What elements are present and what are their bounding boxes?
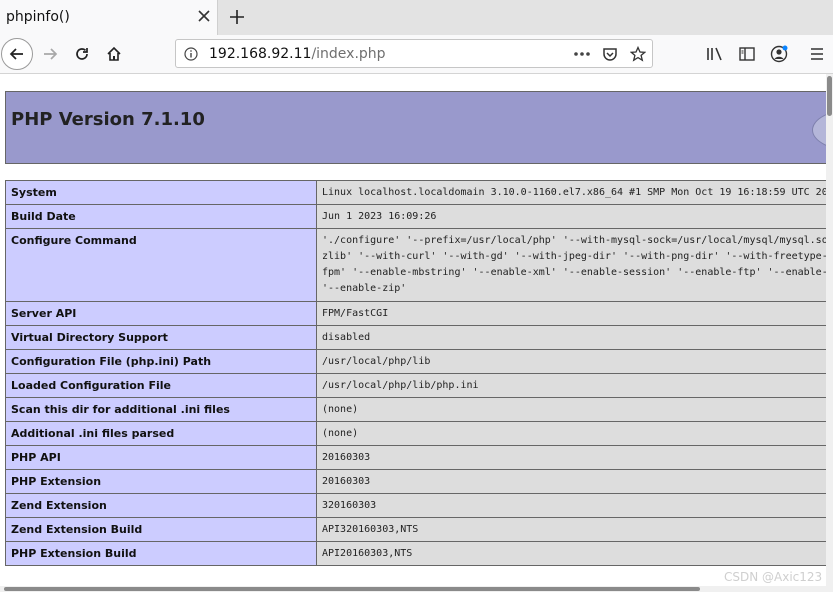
arrow-right-icon[interactable] xyxy=(38,42,62,66)
url-bar[interactable]: 192.168.92.11/index.php xyxy=(175,39,653,68)
row-value: (none) xyxy=(316,421,826,446)
pocket-icon[interactable] xyxy=(600,44,620,64)
row-label: Zend Extension xyxy=(5,493,317,518)
row-label: Configuration File (php.ini) Path xyxy=(5,349,317,374)
url-path: /index.php xyxy=(311,46,386,62)
tab-title: phpinfo() xyxy=(6,9,70,25)
row-label: Loaded Configuration File xyxy=(5,373,317,398)
table-row: Loaded Configuration File/usr/local/php/… xyxy=(5,373,826,398)
table-row: PHP API 20160303 xyxy=(5,445,826,470)
table-row: Zend Extension 320160303 xyxy=(5,493,826,518)
vertical-scroll-thumb[interactable] xyxy=(827,76,832,116)
row-label: Additional .ini files parsed xyxy=(5,421,317,446)
ellipsis-icon[interactable] xyxy=(571,45,593,63)
plus-icon[interactable] xyxy=(226,6,248,28)
tab-phpinfo[interactable]: phpinfo() xyxy=(0,0,218,35)
account-icon[interactable] xyxy=(767,42,791,66)
watermark: CSDN @Axic123 xyxy=(724,570,823,584)
horizontal-scrollbar[interactable] xyxy=(0,586,833,592)
table-row: System Linux localhost.localdomain 3.10.0… xyxy=(5,180,826,205)
row-value: 320160303 xyxy=(316,493,826,518)
row-label: Server API xyxy=(5,301,317,326)
row-value-line: zlib' '--with-curl' '--with-gd' '--with-… xyxy=(322,251,826,262)
row-label: Scan this dir for additional .ini files xyxy=(5,397,317,422)
table-row: Scan this dir for additional .ini files(… xyxy=(5,397,826,422)
row-label: PHP API xyxy=(5,445,317,470)
row-label: System xyxy=(5,180,317,205)
page-title: PHP Version 7.1.10 xyxy=(11,109,205,130)
row-label: PHP Extension Build xyxy=(5,541,317,566)
row-value: (none) xyxy=(316,397,826,422)
row-label: Zend Extension Build xyxy=(5,517,317,542)
table-row: Server API FPM/FastCGI xyxy=(5,301,826,326)
table-row: Configuration File (php.ini) Path/usr/lo… xyxy=(5,349,826,374)
table-row: PHP Extension Build API20160303,NTS xyxy=(5,541,826,566)
table-row: Additional .ini files parsed (none) xyxy=(5,421,826,446)
row-value: Linux localhost.localdomain 3.10.0-1160.… xyxy=(316,180,826,205)
home-icon[interactable] xyxy=(102,42,126,66)
star-icon[interactable] xyxy=(628,44,648,64)
row-value-multiline: './configure' '--prefix=/usr/local/php' … xyxy=(316,228,826,302)
row-value: API20160303,NTS xyxy=(316,541,826,566)
row-label: PHP Extension xyxy=(5,469,317,494)
url-text: 192.168.92.11/index.php xyxy=(209,46,386,62)
sidebar-icon[interactable] xyxy=(735,43,759,65)
url-host: 192.168.92.11 xyxy=(209,46,312,62)
row-value-line: '--enable-zip' xyxy=(322,283,407,294)
close-icon[interactable] xyxy=(194,6,214,26)
row-value-line: './configure' '--prefix=/usr/local/php' … xyxy=(322,235,826,246)
row-value: Jun 1 2023 16:09:26 xyxy=(316,204,826,229)
row-value: FPM/FastCGI xyxy=(316,301,826,326)
row-value: /usr/local/php/lib/php.ini xyxy=(316,373,826,398)
row-value: 20160303 xyxy=(316,445,826,470)
navigation-toolbar: 192.168.92.11/index.php xyxy=(0,35,833,74)
table-row: PHP Extension 20160303 xyxy=(5,469,826,494)
row-label: Virtual Directory Support xyxy=(5,325,317,350)
row-value: 20160303 xyxy=(316,469,826,494)
table-row: Zend Extension Build API320160303,NTS xyxy=(5,517,826,542)
php-info-table: System Linux localhost.localdomain 3.10.0… xyxy=(5,180,826,566)
page-content: PHP Version 7.1.10 System Linux localhost… xyxy=(0,74,826,586)
row-value: /usr/local/php/lib xyxy=(316,349,826,374)
row-value-line: fpm' '--enable-mbstring' '--enable-xml' … xyxy=(322,267,826,278)
table-row: Virtual Directory Support disabled xyxy=(5,325,826,350)
row-value: disabled xyxy=(316,325,826,350)
php-logo-icon xyxy=(812,109,826,151)
horizontal-scroll-thumb[interactable] xyxy=(4,587,700,591)
library-icon[interactable] xyxy=(703,43,727,65)
row-label: Configure Command xyxy=(5,228,317,302)
arrow-left-icon[interactable] xyxy=(1,38,33,70)
hamburger-menu-icon[interactable] xyxy=(806,43,828,65)
tab-strip: phpinfo() xyxy=(0,0,833,36)
php-version-header: PHP Version 7.1.10 xyxy=(5,91,826,164)
row-value: API320160303,NTS xyxy=(316,517,826,542)
table-row: Build Date Jun 1 2023 16:09:26 xyxy=(5,204,826,229)
row-label: Build Date xyxy=(5,204,317,229)
vertical-scrollbar[interactable] xyxy=(826,74,833,586)
reload-icon[interactable] xyxy=(70,42,94,66)
info-icon[interactable] xyxy=(182,45,200,63)
table-row: Configure Command './configure' '--prefix… xyxy=(5,228,826,302)
